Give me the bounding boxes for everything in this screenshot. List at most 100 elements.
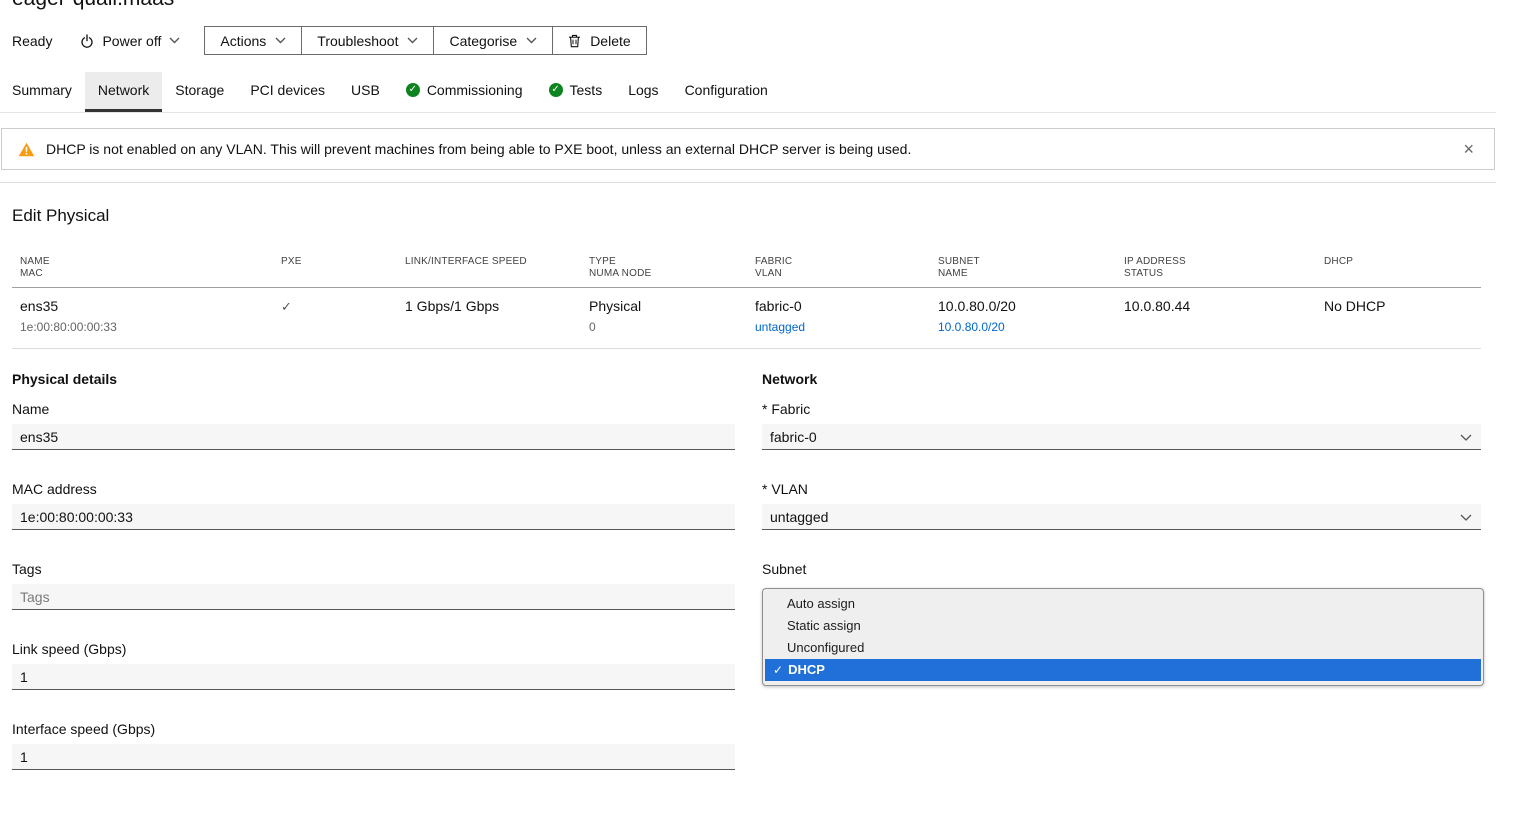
power-menu-label: Power off [102,33,161,49]
vlan-link[interactable]: untagged [755,320,930,334]
chevron-down-icon [526,37,537,44]
tab-configuration[interactable]: Configuration [672,72,781,112]
delete-button[interactable]: Delete [552,26,646,55]
tab-label: PCI devices [250,82,325,98]
pxe-check-icon: ✓ [281,298,397,315]
fabric-label: * Fabric [762,401,1481,418]
subnet-option-static-assign[interactable]: Static assign [765,615,1481,637]
header-line: STATUS [1124,268,1316,280]
notification-message: DHCP is not enabled on any VLAN. This wi… [46,141,911,157]
tab-pci-devices[interactable]: PCI devices [237,72,338,112]
vlan-select[interactable]: untagged [762,504,1481,530]
tab-storage[interactable]: Storage [162,72,237,112]
col-header-link-speed: LINK/INTERFACE SPEED [397,256,581,280]
header-line: VLAN [755,268,930,280]
subnet-option-auto-assign[interactable]: Auto assign [765,593,1481,615]
chevron-down-icon [1460,434,1472,441]
troubleshoot-button[interactable]: Troubleshoot [301,26,434,55]
col-header-name-mac: NAME MAC [12,256,273,280]
power-menu-button[interactable]: Power off [74,29,186,53]
machine-actions-button-group: Actions Troubleshoot Categorise Delete [204,26,646,55]
subnet-option-unconfigured[interactable]: Unconfigured [765,637,1481,659]
edit-interface-form: Physical details Name MAC address Tags L… [12,371,1481,801]
header-line: NUMA NODE [589,268,747,280]
tab-label: Summary [12,82,72,98]
page-header: eager-quail.maas Ready Power off Actions [0,0,1496,55]
mac-address-input[interactable] [12,504,735,530]
machine-details-page: eager-quail.maas Ready Power off Actions [0,0,1496,813]
actions-button-label: Actions [220,33,266,49]
warning-icon [18,142,35,157]
fabric-select[interactable]: fabric-0 [762,424,1481,450]
subnet-name-link[interactable]: 10.0.80.0/20 [938,320,1116,334]
tab-label: Configuration [685,82,768,98]
header-line: NAME [20,256,273,268]
close-icon[interactable]: × [1459,141,1478,157]
tab-commissioning[interactable]: ✓ Commissioning [393,72,536,112]
table-row: ens35 1e:00:80:00:00:33 ✓ 1 Gbps/1 Gbps … [12,288,1481,349]
check-icon: ✓ [773,659,783,681]
machine-action-row: Ready Power off Actions Troubleshoot [12,26,1481,55]
link-interface-speed: 1 Gbps/1 Gbps [405,298,581,315]
tab-network[interactable]: Network [85,72,162,112]
tab-usb[interactable]: USB [338,72,393,112]
interface-type: Physical [589,298,747,315]
vlan-label: * VLAN [762,481,1481,498]
tab-label: Network [98,82,149,98]
interface-speed-field: Interface speed (Gbps) [12,721,735,770]
chevron-down-icon [169,37,180,44]
interface-name: ens35 [20,298,273,315]
vlan-field: * VLAN untagged [762,481,1481,530]
header-line: NAME [938,268,1116,280]
tab-label: Tests [570,82,603,98]
fabric-value: fabric-0 [755,298,930,315]
col-header-subnet-name: SUBNET NAME [930,256,1116,280]
header-line: DHCP [1324,256,1481,268]
cell-type-numa: Physical 0 [581,298,747,334]
categorise-button[interactable]: Categorise [433,26,553,55]
machine-title: eager-quail.maas [12,0,1481,11]
subnet-listbox: Auto assign Static assign Unconfigured ✓… [762,588,1484,686]
cell-pxe: ✓ [273,298,397,334]
panel-title: Edit Physical [12,206,1481,226]
categorise-button-label: Categorise [449,33,517,49]
header-line: IP ADDRESS [1124,256,1316,268]
machine-status: Ready [12,33,52,49]
delete-button-label: Delete [590,33,630,49]
tags-input[interactable] [12,584,735,610]
name-input[interactable] [12,424,735,450]
header-line: LINK/INTERFACE SPEED [405,256,581,268]
tab-label: Commissioning [427,82,523,98]
tab-label: USB [351,82,380,98]
mac-address-label: MAC address [12,481,735,498]
tab-logs[interactable]: Logs [615,72,671,112]
power-icon [80,34,94,48]
col-header-ip-status: IP ADDRESS STATUS [1116,256,1316,280]
mac-address-field: MAC address [12,481,735,530]
cell-fabric-vlan: fabric-0 untagged [747,298,930,334]
interface-speed-input[interactable] [12,744,735,770]
network-heading: Network [762,371,1481,388]
interface-mac: 1e:00:80:00:00:33 [20,320,273,334]
troubleshoot-button-label: Troubleshoot [317,33,398,49]
link-speed-label: Link speed (Gbps) [12,641,735,658]
subnet-option-dhcp[interactable]: ✓ DHCP [765,659,1481,681]
tab-label: Logs [628,82,658,98]
col-header-type-numa: TYPE NUMA NODE [581,256,747,280]
tags-label: Tags [12,561,735,578]
subnet-field: Subnet Auto assign Static assign Unconfi… [762,561,1481,686]
link-speed-input[interactable] [12,664,735,690]
col-header-fabric-vlan: FABRIC VLAN [747,256,930,280]
interface-table: NAME MAC PXE LINK/INTERFACE SPEED TYPE N… [12,256,1481,349]
tab-tests[interactable]: ✓ Tests [536,72,616,112]
cell-subnet-name: 10.0.80.0/20 10.0.80.0/20 [930,298,1116,334]
cell-dhcp: No DHCP [1316,298,1481,334]
link-speed-field: Link speed (Gbps) [12,641,735,690]
tab-summary[interactable]: Summary [12,72,85,112]
physical-details-column: Physical details Name MAC address Tags L… [12,371,735,801]
cell-name-mac: ens35 1e:00:80:00:00:33 [12,298,273,334]
subnet-value: 10.0.80.0/20 [938,298,1116,315]
header-line: PXE [281,256,397,268]
edit-physical-panel: Edit Physical NAME MAC PXE LINK/INTERFAC… [0,182,1496,801]
actions-button[interactable]: Actions [204,26,302,55]
